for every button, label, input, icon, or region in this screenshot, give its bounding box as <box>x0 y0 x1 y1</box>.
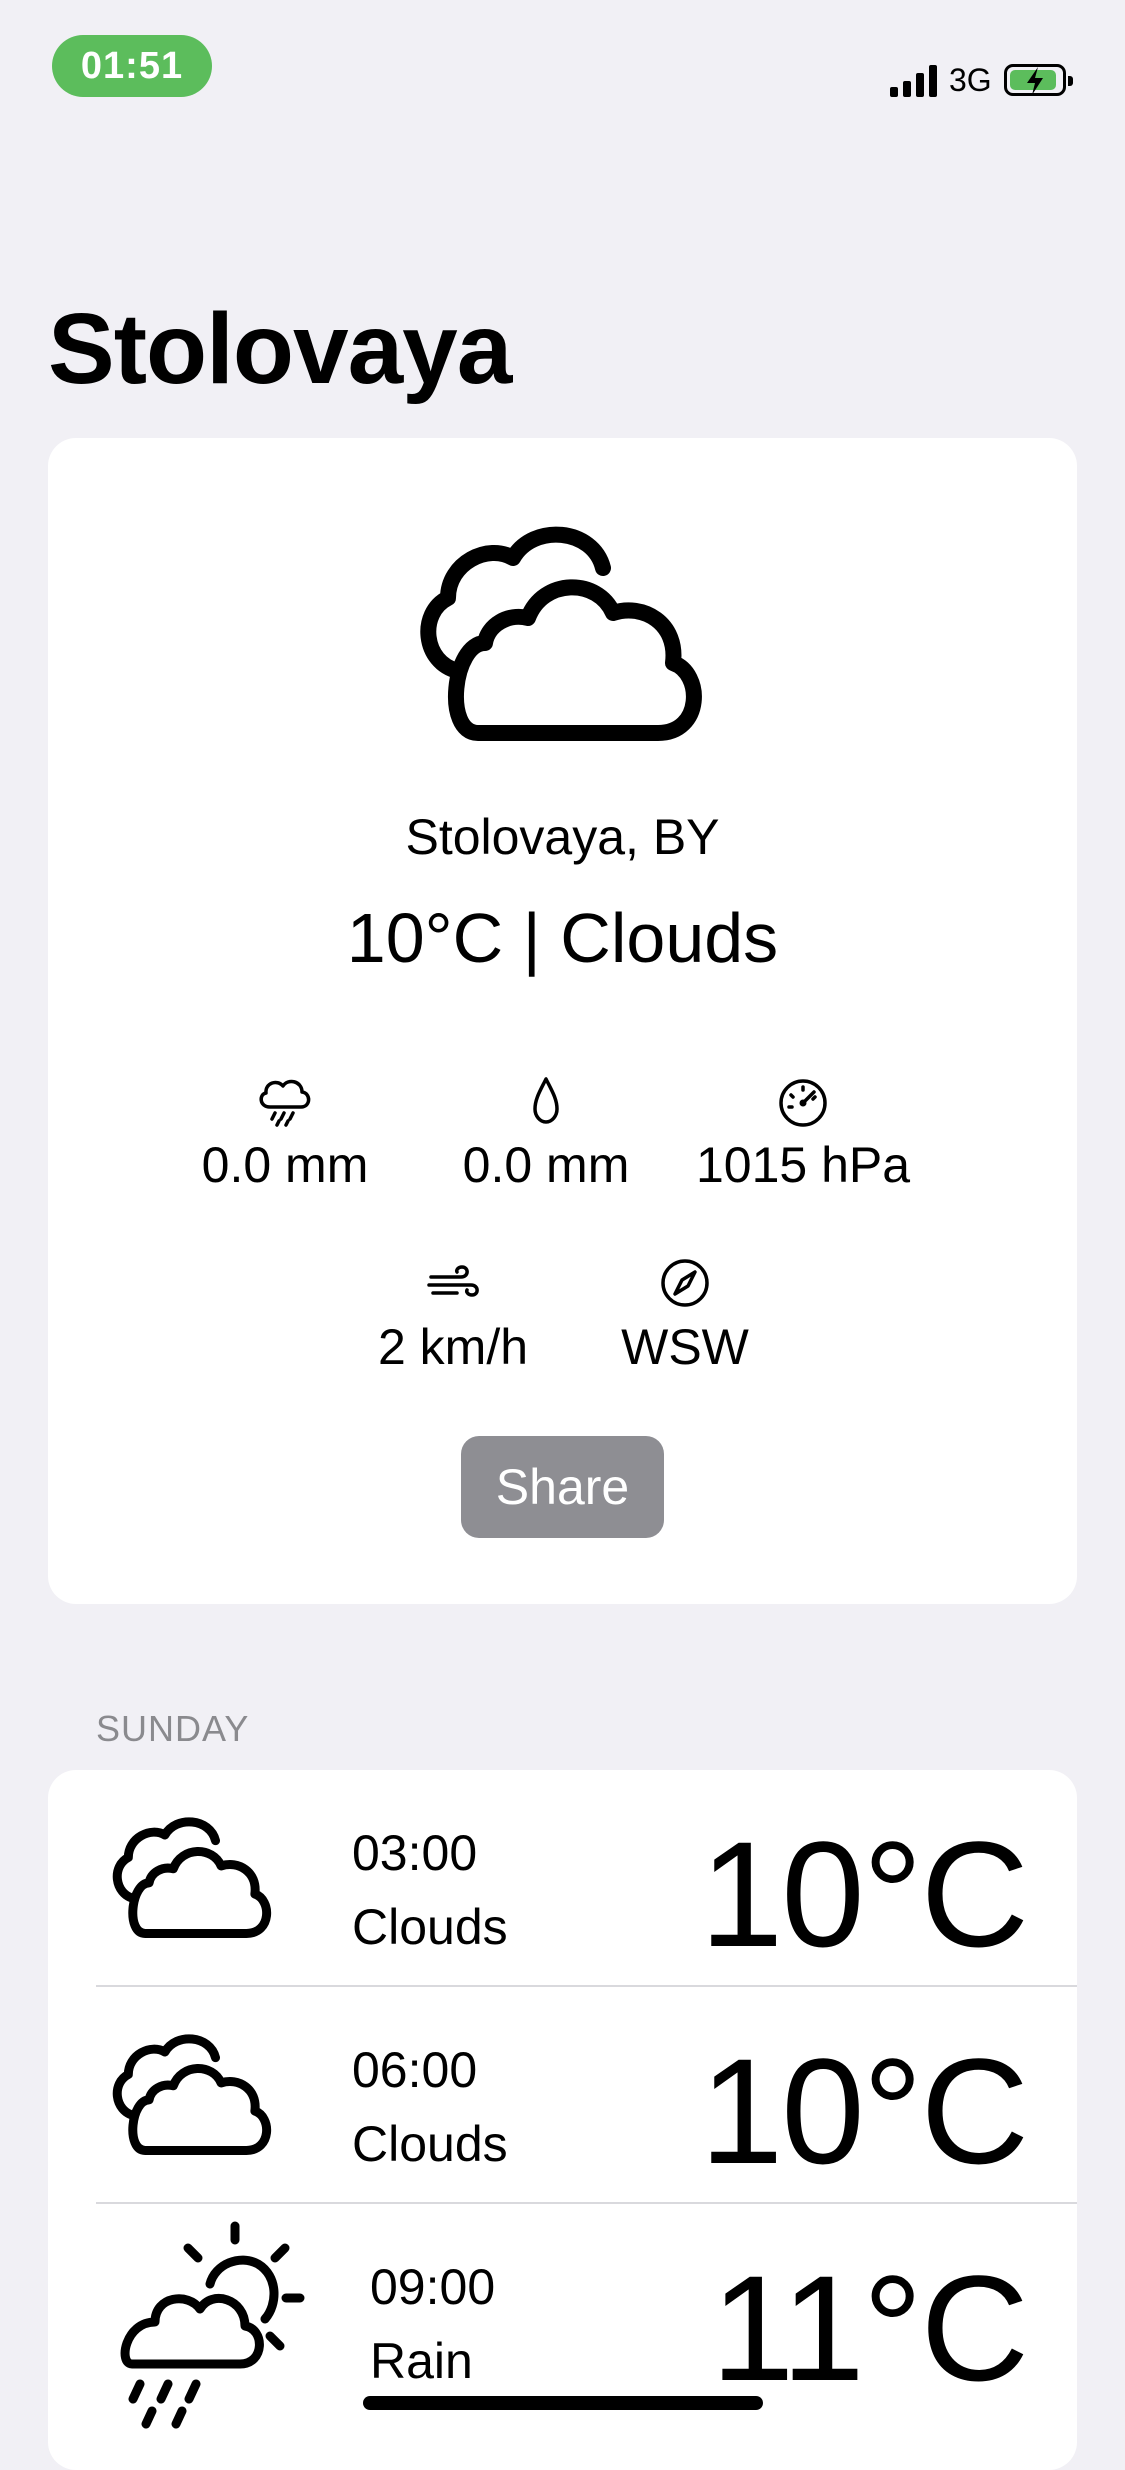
clouds-icon <box>112 1817 272 1938</box>
forecast-time: 09:00 <box>370 2259 496 2315</box>
battery-charging-icon <box>1003 64 1073 96</box>
temperature-condition: 10°C | Clouds <box>346 899 779 977</box>
wind-direction-metric: WSW <box>565 1255 805 1376</box>
forecast-row[interactable]: 06:00 Clouds 10°C <box>48 1987 1077 2203</box>
status-indicators: 3G <box>890 60 1073 100</box>
forecast-list: 03:00 Clouds 10°C 06:00 Clouds 10°C 09:0… <box>48 1770 1077 2470</box>
sun-rain-cloud-icon <box>120 2221 305 2429</box>
share-button[interactable]: Share <box>461 1436 664 1538</box>
location-label: Stolovaya, BY <box>405 809 720 865</box>
pressure-metric: 1015 hPa <box>683 1073 923 1194</box>
network-type: 3G <box>949 61 992 98</box>
forecast-temperature: 10°C <box>699 2027 1029 2195</box>
page-title: Stolovaya <box>48 293 512 405</box>
cellular-signal-icon <box>890 63 937 97</box>
forecast-condition: Clouds <box>352 1899 508 1955</box>
wind-speed-metric: 2 km/h <box>333 1255 573 1376</box>
wind-speed-value: 2 km/h <box>377 1319 529 1375</box>
pressure-value: 1015 hPa <box>695 1137 911 1193</box>
forecast-row[interactable]: 03:00 Clouds 10°C <box>48 1770 1077 1986</box>
forecast-condition: Rain <box>370 2333 473 2389</box>
forecast-temperature: 10°C <box>699 1810 1029 1978</box>
gauge-icon <box>779 1079 827 1127</box>
rain-volume-metric: 0.0 mm <box>426 1073 666 1194</box>
forecast-time: 03:00 <box>352 1825 478 1881</box>
forecast-row[interactable]: 09:00 Rain 11°C <box>48 2204 1077 2429</box>
compass-icon <box>661 1259 709 1307</box>
rain-volume-value: 0.0 mm <box>462 1137 630 1193</box>
wind-direction-value: WSW <box>621 1319 749 1375</box>
status-time: 01:51 <box>52 35 212 97</box>
home-indicator[interactable] <box>363 2396 763 2410</box>
current-weather-card: Stolovaya, BY 10°C | Clouds 0.0 mm 0.0 m… <box>48 438 1077 1604</box>
precipitation-value: 0.0 mm <box>201 1137 369 1193</box>
precipitation-metric: 0.0 mm <box>165 1073 405 1194</box>
clouds-icon <box>420 526 702 741</box>
wind-icon <box>427 1265 479 1297</box>
clouds-icon <box>112 2034 272 2155</box>
forecast-temperature: 11°C <box>710 2244 1029 2412</box>
water-drop-icon <box>533 1077 559 1124</box>
forecast-time: 06:00 <box>352 2042 478 2098</box>
forecast-day-header: SUNDAY <box>96 1708 250 1749</box>
forecast-condition: Clouds <box>352 2116 508 2172</box>
rain-cloud-icon <box>259 1079 311 1127</box>
